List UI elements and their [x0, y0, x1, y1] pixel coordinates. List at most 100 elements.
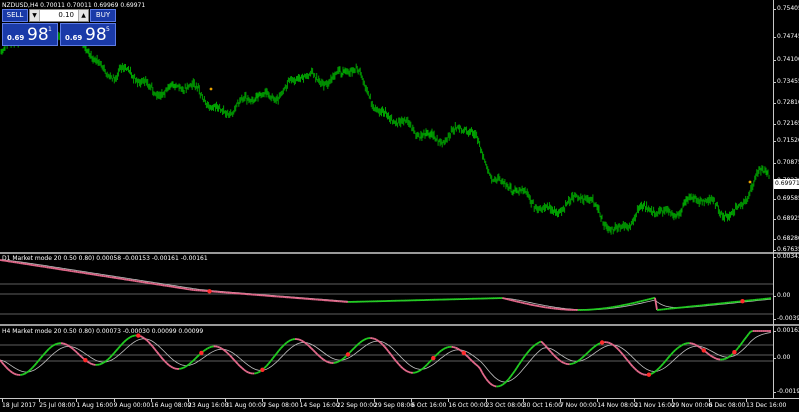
market-mode-line: [119, 343, 123, 347]
price-axis-tick: [773, 37, 776, 38]
market-mode-line: [729, 353, 733, 357]
market-mode-line: [143, 337, 148, 341]
sell-button[interactable]: SELL: [2, 9, 28, 22]
market-mode-line: [145, 339, 150, 343]
time-axis-label: 16 Oct 00:00: [448, 402, 488, 409]
market-mode-line: [745, 333, 750, 338]
time-axis-label: 23 Aug 16:00: [188, 402, 229, 409]
market-mode-line: [241, 367, 245, 371]
market-mode-line: [727, 355, 731, 359]
market-mode-line: [652, 370, 656, 374]
time-axis-tick: [188, 399, 189, 402]
market-mode-line: [209, 345, 212, 349]
buy-price-prefix: 0.69: [65, 34, 83, 42]
market-mode-line: [445, 346, 448, 349]
market-mode-line: [40, 355, 44, 359]
price-axis-tick: [773, 163, 776, 164]
market-mode-line: [353, 345, 357, 349]
symbol-info: NZDUSD,H4 0.70011 0.70011 0.69969 0.6997…: [2, 2, 146, 9]
market-mode-line: [428, 359, 432, 364]
market-mode-line: [656, 367, 660, 371]
market-mode-line: [9, 370, 13, 374]
indicator1-axis-label: 0.00343: [777, 253, 799, 260]
market-mode-line: [522, 355, 526, 360]
market-mode-line: [188, 361, 192, 365]
market-mode-line: [91, 363, 94, 366]
market-mode-line: [322, 358, 326, 362]
market-mode-line: [46, 348, 50, 352]
market-mode-line: [349, 349, 353, 354]
sell-price-button[interactable]: 0.69 98 1: [2, 23, 58, 46]
time-axis-label: 21 Nov 16:00: [634, 402, 675, 409]
market-mode-line: [512, 299, 515, 302]
market-mode-line: [404, 369, 408, 372]
market-mode-line: [389, 353, 394, 358]
price-axis-label: 0.75405: [777, 5, 799, 12]
signal-marker: [748, 180, 752, 184]
indicator-pane-d1[interactable]: D1 Market mode 20 0.50 0.80) 0.00058 -0.…: [0, 254, 773, 324]
market-mode-line: [747, 331, 752, 335]
market-mode-line: [556, 357, 560, 361]
market-mode-line: [373, 337, 377, 341]
price-axis-tick: [773, 319, 776, 320]
buy-price-button[interactable]: 0.69 98 5: [60, 23, 116, 46]
market-mode-line: [219, 346, 223, 350]
market-mode-line: [29, 366, 34, 371]
market-mode-line: [221, 347, 225, 351]
market-mode-line: [469, 358, 473, 362]
market-mode-line: [372, 337, 375, 340]
chart-window[interactable]: NZDUSD,H4 0.70011 0.70011 0.69969 0.6997…: [0, 0, 799, 412]
lot-increase-icon[interactable]: ▲: [78, 10, 88, 21]
market-mode-line: [631, 365, 636, 370]
market-mode-line: [715, 357, 719, 361]
market-mode-line: [627, 361, 632, 365]
market-mode-line: [487, 380, 491, 385]
market-mode-line: [498, 384, 501, 388]
market-mode-line: [611, 343, 615, 347]
market-mode-line: [683, 342, 686, 346]
market-mode-line: [290, 338, 294, 341]
market-mode-line: [408, 371, 412, 374]
market-mode-line: [494, 385, 497, 388]
market-mode-line: [205, 347, 208, 351]
time-axis-tick: [485, 399, 487, 402]
indicator-pane-h4[interactable]: H4 Market mode 20 0.50 0.80) 0.00073 -0.…: [0, 327, 773, 399]
lot-decrease-icon[interactable]: ▼: [30, 10, 40, 21]
market-mode-line: [654, 297, 658, 311]
market-mode-line: [286, 340, 290, 344]
market-mode-line: [278, 347, 282, 352]
time-axis-label: 16 Aug 08:00: [150, 402, 192, 409]
market-mode-line: [385, 348, 390, 353]
price-axis-tick: [773, 257, 776, 258]
pane-separator[interactable]: [0, 324, 799, 326]
market-mode-line: [554, 355, 559, 360]
market-mode-line: [271, 355, 276, 360]
indicator2-axis-label: -0.00193: [777, 388, 799, 395]
market-mode-line: [636, 369, 640, 373]
market-mode-line: [691, 342, 694, 345]
time-axis-label: 6 Oct 16:00: [411, 402, 447, 409]
market-mode-line: [668, 353, 672, 358]
market-mode-line: [416, 370, 420, 373]
price-axis-tick: [773, 103, 776, 104]
market-mode-line: [581, 355, 585, 359]
market-mode-line: [593, 344, 597, 348]
market-mode-line: [642, 373, 646, 376]
market-mode-line: [123, 339, 127, 343]
market-mode-line: [522, 302, 526, 305]
market-mode-line: [50, 344, 54, 348]
market-mode-line: [595, 343, 599, 347]
market-mode-line: [105, 358, 109, 362]
market-mode-line: [485, 378, 489, 382]
market-mode-line: [475, 363, 479, 367]
market-mode-line: [131, 334, 135, 338]
indicator2-axis-label: 0.00162: [777, 327, 799, 334]
market-mode-line: [42, 352, 46, 357]
price-axis-tick: [773, 124, 776, 125]
time-axis-tick: [746, 399, 747, 402]
market-mode-line: [62, 342, 66, 345]
lot-size-input[interactable]: [41, 10, 77, 21]
market-mode-line: [695, 344, 699, 347]
buy-button[interactable]: BUY: [90, 9, 116, 22]
indicator-chart-d1: [0, 259, 773, 315]
